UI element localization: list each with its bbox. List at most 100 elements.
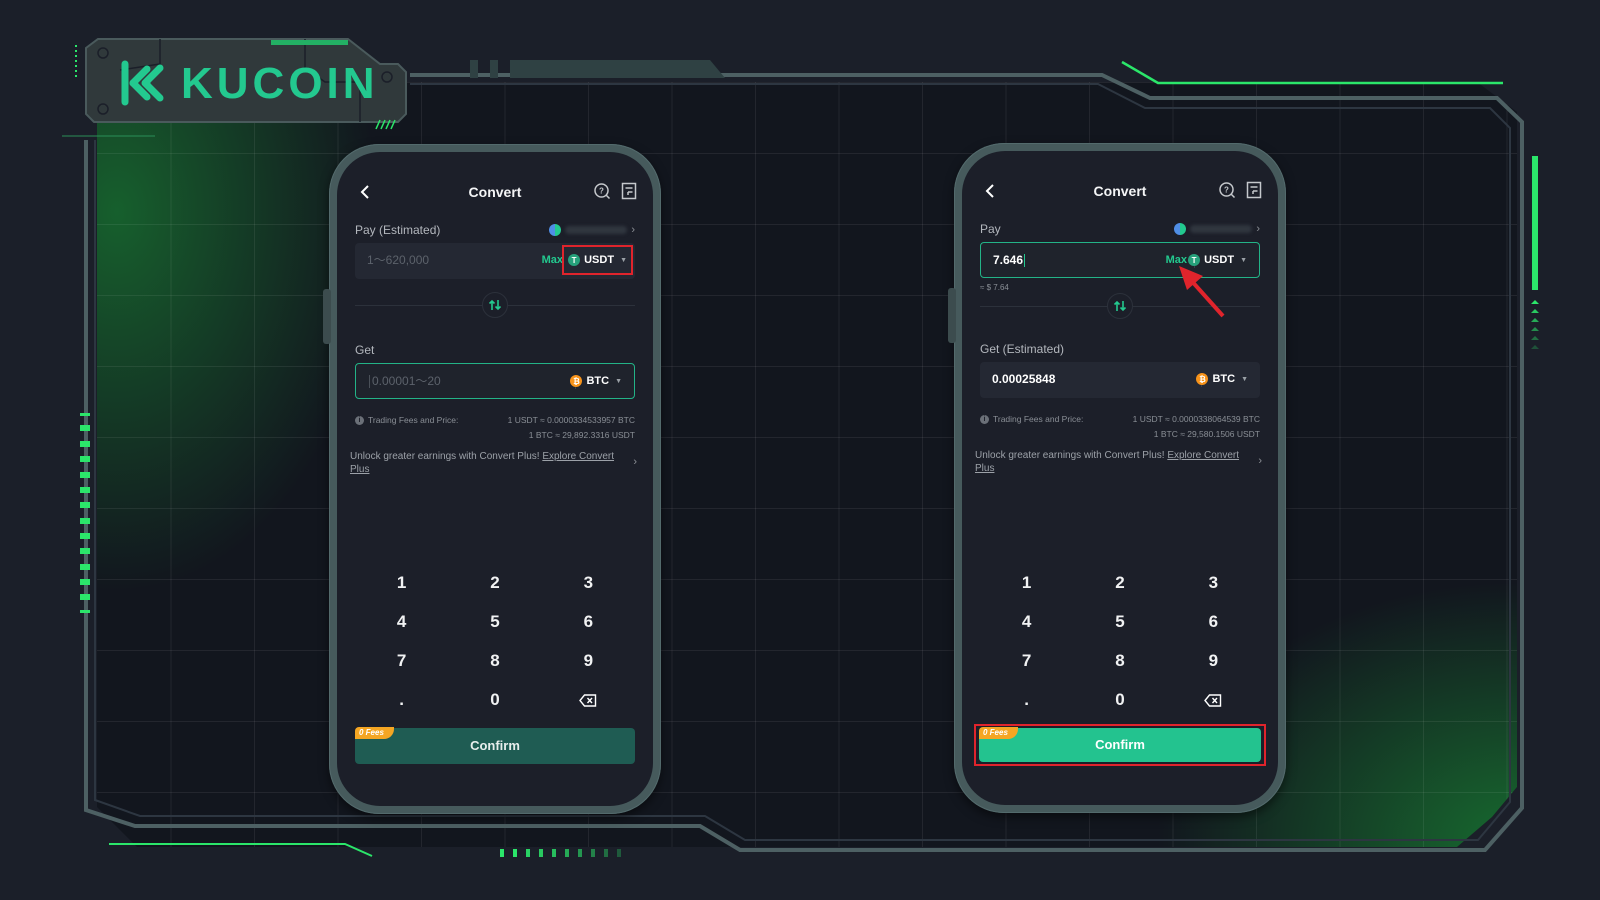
chevron-right-icon: › <box>633 456 637 468</box>
get-coin-label: BTC <box>586 375 610 387</box>
convert-plus-promo[interactable]: Unlock greater earnings with Convert Plu… <box>975 449 1262 475</box>
get-amount-field[interactable]: 0.00025848 ₿ BTC ▼ <box>980 362 1260 398</box>
swap-button[interactable] <box>482 292 508 318</box>
pay-amount-value: 7.646 <box>993 253 1024 267</box>
help-search-icon[interactable]: ? <box>593 182 611 200</box>
confirm-button[interactable]: 0 Fees Confirm <box>979 727 1261 762</box>
neon-bar-right <box>1532 156 1538 290</box>
pay-label: Pay (Estimated) <box>355 223 441 237</box>
trading-fees: i Trading Fees and Price: 1 USDT ≈ 0.0000… <box>355 415 635 445</box>
order-history-icon[interactable] <box>621 182 637 200</box>
key-5[interactable]: 5 <box>1073 602 1166 641</box>
info-icon[interactable]: i <box>355 415 364 425</box>
key-7[interactable]: 7 <box>355 641 448 680</box>
key-6[interactable]: 6 <box>1167 602 1260 641</box>
rate-btc-usdt: 1 BTC ≈ 29,892.3316 USDT <box>528 430 635 440</box>
numeric-keypad: 1 2 3 4 5 6 7 8 9 . 0 <box>980 563 1260 719</box>
key-7[interactable]: 7 <box>980 641 1073 680</box>
get-coin-label: BTC <box>1212 373 1236 385</box>
key-2[interactable]: 2 <box>448 563 541 602</box>
pay-amount-input[interactable]: 7.646 <box>993 243 1026 277</box>
get-amount-input[interactable]: 0.00001～20 <box>368 364 441 398</box>
help-search-icon[interactable]: ? <box>1218 181 1236 199</box>
phone-side-button <box>948 288 956 343</box>
get-amount-value[interactable]: 0.00025848 <box>992 362 1055 396</box>
key-0[interactable]: 0 <box>448 680 541 719</box>
key-3[interactable]: 3 <box>542 563 635 602</box>
key-0[interactable]: 0 <box>1073 680 1166 719</box>
key-9[interactable]: 9 <box>542 641 635 680</box>
key-5[interactable]: 5 <box>448 602 541 641</box>
get-amount-field[interactable]: 0.00001～20 ₿ BTC ▼ <box>355 363 635 399</box>
pay-label-row: Pay › <box>980 220 1260 238</box>
get-placeholder: 0.00001～20 <box>372 374 441 388</box>
get-coin-selector[interactable]: ₿ BTC ▼ <box>566 364 626 398</box>
pay-coin-selector[interactable]: T USDT ▼ <box>562 245 633 275</box>
balance-blurred <box>565 226 628 234</box>
order-history-icon[interactable] <box>1246 181 1262 199</box>
get-label-row: Get <box>355 341 635 359</box>
usdt-icon: T <box>568 254 581 266</box>
kucoin-wordmark: KUCOIN <box>181 59 379 108</box>
text-cursor <box>1024 254 1026 268</box>
convert-screen: Convert ? Pay › 7.646 Max T USDT ▼ ≈ $ 7… <box>962 151 1278 805</box>
get-label: Get (Estimated) <box>980 342 1065 356</box>
key-4[interactable]: 4 <box>980 602 1073 641</box>
usd-approx-value: ≈ $ 7.64 <box>980 283 1009 292</box>
tutorial-canvas: KUCOIN Convert ? Pay (Estimated) › 1～620… <box>0 0 1600 900</box>
key-decimal[interactable]: . <box>355 680 448 719</box>
caret-down-icon: ▼ <box>1240 256 1247 264</box>
red-arrow-annotation <box>1179 266 1225 318</box>
key-4[interactable]: 4 <box>355 602 448 641</box>
svg-text:?: ? <box>599 187 604 196</box>
pay-amount-input[interactable]: 1～620,000 <box>367 243 429 277</box>
confirm-label: Confirm <box>1095 737 1145 752</box>
frame-inner-line <box>94 83 1511 841</box>
trading-fees: i Trading Fees and Price: 1 USDT ≈ 0.0000… <box>980 414 1260 444</box>
phone-after: Convert ? Pay › 7.646 Max T USDT ▼ ≈ $ 7… <box>948 143 1286 813</box>
balance-blurred <box>1190 225 1253 233</box>
key-8[interactable]: 8 <box>448 641 541 680</box>
promo-text: Unlock greater earnings with Convert Plu… <box>350 451 543 462</box>
neon-dashes-bottom <box>500 849 621 857</box>
info-icon[interactable]: i <box>980 414 989 424</box>
svg-text:?: ? <box>1224 186 1229 195</box>
nav-bar: Convert ? <box>337 180 653 204</box>
chevron-right-icon: › <box>631 224 635 236</box>
chevron-right-icon: › <box>1258 455 1262 467</box>
convert-plus-promo[interactable]: Unlock greater earnings with Convert Plu… <box>350 450 637 476</box>
pay-amount-field[interactable]: 1～620,000 Max T USDT ▼ <box>355 243 635 279</box>
swap-arrows-icon <box>1113 300 1127 312</box>
caret-down-icon: ▼ <box>615 377 622 385</box>
key-1[interactable]: 1 <box>355 563 448 602</box>
key-2[interactable]: 2 <box>1073 563 1166 602</box>
key-8[interactable]: 8 <box>1073 641 1166 680</box>
max-button[interactable]: Max <box>542 243 563 277</box>
rate-usdt-btc: 1 USDT ≈ 0.0000338064539 BTC <box>1132 414 1260 424</box>
frame-tab <box>510 60 725 78</box>
kucoin-logo-icon <box>121 60 164 106</box>
caret-down-icon: ▼ <box>620 256 627 264</box>
frame-notch <box>490 60 498 78</box>
key-1[interactable]: 1 <box>980 563 1073 602</box>
phone-before: Convert ? Pay (Estimated) › 1～620,000 Ma… <box>323 144 661 814</box>
balance-pill[interactable]: › <box>549 221 635 239</box>
neon-chevrons-right <box>1531 300 1539 349</box>
confirm-button[interactable]: 0 Fees Confirm <box>355 727 635 764</box>
swap-button[interactable] <box>1107 293 1133 319</box>
key-3[interactable]: 3 <box>1167 563 1260 602</box>
btc-icon: ₿ <box>570 375 583 387</box>
wallet-icon <box>1174 223 1187 235</box>
key-backspace[interactable] <box>1167 680 1260 719</box>
caret-down-icon: ▼ <box>1241 375 1248 383</box>
backspace-icon <box>579 694 597 707</box>
key-9[interactable]: 9 <box>1167 641 1260 680</box>
get-coin-selector[interactable]: ₿ BTC ▼ <box>1192 362 1252 396</box>
wallet-icon <box>549 224 562 236</box>
balance-pill[interactable]: › <box>1174 220 1260 238</box>
rate-usdt-btc: 1 USDT ≈ 0.0000334533957 BTC <box>507 415 635 425</box>
key-decimal[interactable]: . <box>980 680 1073 719</box>
key-backspace[interactable] <box>542 680 635 719</box>
pay-coin-label: USDT <box>584 254 615 266</box>
key-6[interactable]: 6 <box>542 602 635 641</box>
